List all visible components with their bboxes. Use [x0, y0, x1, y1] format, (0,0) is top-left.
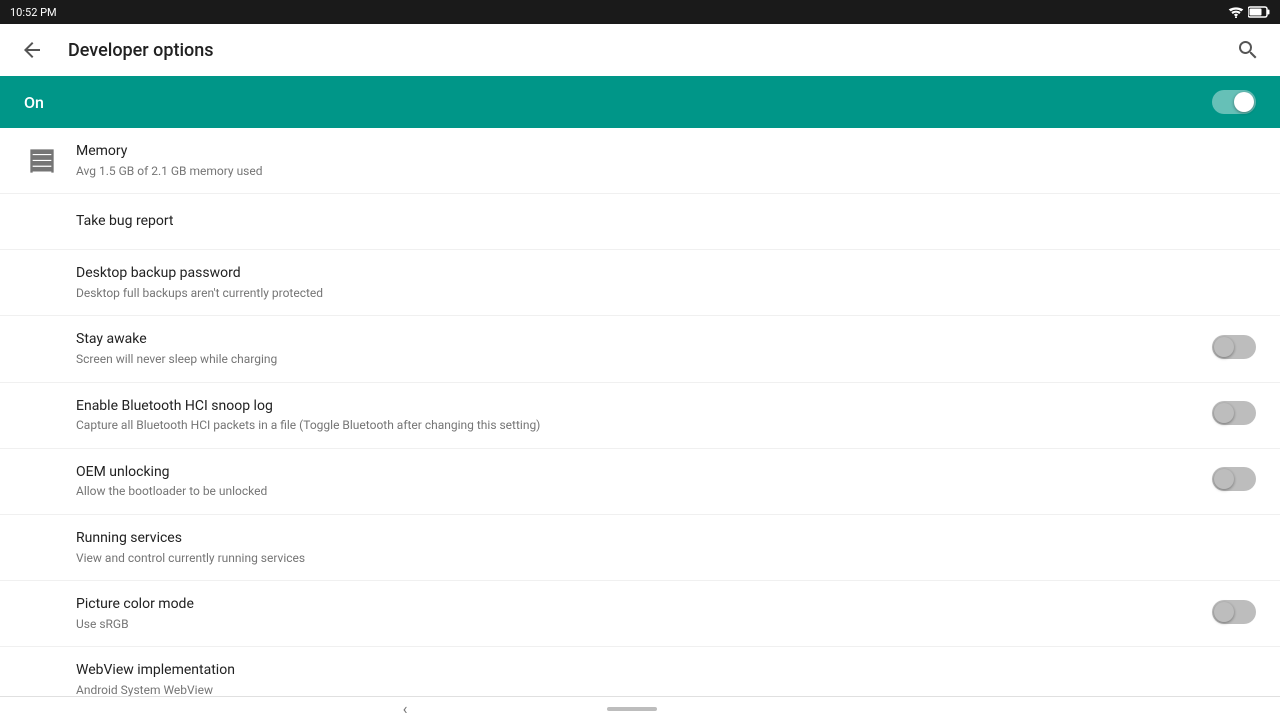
back-nav-button[interactable]: ‹ — [403, 699, 408, 718]
toggle-thumb — [1234, 92, 1254, 112]
list-item-subtitle-picture-color-mode: Use sRGB — [76, 617, 1196, 633]
list-item-title-running-services: Running services — [76, 529, 1256, 549]
list-item-text-oem-unlocking: OEM unlocking Allow the bootloader to be… — [76, 463, 1196, 500]
toggle-switch-oem-unlocking[interactable] — [1212, 467, 1256, 491]
bottom-nav-bar: ‹ — [0, 696, 1280, 720]
list-item-text-webview: WebView implementation Android System We… — [76, 661, 1256, 696]
main-toggle[interactable] — [1212, 90, 1256, 114]
list-item-text-bluetooth-hci: Enable Bluetooth HCI snoop log Capture a… — [76, 397, 1196, 434]
memory-icon — [24, 143, 60, 179]
developer-options-toggle-bar: On — [0, 76, 1280, 128]
list-item-title-bluetooth-hci: Enable Bluetooth HCI snoop log — [76, 397, 1196, 417]
status-bar: 10:52 PM — [0, 0, 1280, 24]
search-button[interactable] — [1232, 34, 1264, 66]
list-item-title-webview: WebView implementation — [76, 661, 1256, 681]
list-item-text-running-services: Running services View and control curren… — [76, 529, 1256, 566]
list-item-picture-color-mode[interactable]: Picture color mode Use sRGB — [0, 581, 1280, 647]
list-item-text-bug-report: Take bug report — [76, 212, 1256, 232]
list-item-text-desktop-backup: Desktop backup password Desktop full bac… — [76, 264, 1256, 301]
toggle-thumb-bluetooth-hci — [1214, 403, 1234, 423]
list-item-running-services[interactable]: Running services View and control curren… — [0, 515, 1280, 581]
list-item-bug-report[interactable]: Take bug report — [0, 194, 1280, 250]
page-title: Developer options — [68, 40, 1212, 61]
on-off-label: On — [24, 93, 44, 112]
list-item-title-picture-color-mode: Picture color mode — [76, 595, 1196, 615]
back-button[interactable] — [16, 34, 48, 66]
list-item-title-memory: Memory — [76, 142, 1256, 162]
list-item-title-oem-unlocking: OEM unlocking — [76, 463, 1196, 483]
list-item-memory[interactable]: Memory Avg 1.5 GB of 2.1 GB memory used — [0, 128, 1280, 194]
toggle-switch-stay-awake[interactable] — [1212, 335, 1256, 359]
bottom-handle — [607, 707, 657, 711]
toggle-thumb-picture-color-mode — [1214, 602, 1234, 622]
toggle-oem-unlocking[interactable] — [1212, 467, 1256, 495]
list-item-subtitle-bluetooth-hci: Capture all Bluetooth HCI packets in a f… — [76, 418, 1196, 434]
toggle-stay-awake[interactable] — [1212, 335, 1256, 363]
toggle-switch-picture-color-mode[interactable] — [1212, 600, 1256, 624]
list-item-subtitle-oem-unlocking: Allow the bootloader to be unlocked — [76, 484, 1196, 500]
app-bar: Developer options — [0, 24, 1280, 76]
toggle-bluetooth-hci[interactable] — [1212, 401, 1256, 429]
list-item-title-stay-awake: Stay awake — [76, 330, 1196, 350]
toggle-thumb-oem-unlocking — [1214, 469, 1234, 489]
list-item-text-picture-color-mode: Picture color mode Use sRGB — [76, 595, 1196, 632]
list-item-stay-awake[interactable]: Stay awake Screen will never sleep while… — [0, 316, 1280, 382]
status-right — [1228, 6, 1270, 18]
settings-list: Memory Avg 1.5 GB of 2.1 GB memory used … — [0, 128, 1280, 696]
list-item-title-bug-report: Take bug report — [76, 212, 1256, 232]
toggle-picture-color-mode[interactable] — [1212, 600, 1256, 628]
toggle-thumb-stay-awake — [1214, 337, 1234, 357]
list-item-oem-unlocking[interactable]: OEM unlocking Allow the bootloader to be… — [0, 449, 1280, 515]
list-item-bluetooth-hci[interactable]: Enable Bluetooth HCI snoop log Capture a… — [0, 383, 1280, 449]
list-item-text-memory: Memory Avg 1.5 GB of 2.1 GB memory used — [76, 142, 1256, 179]
list-item-subtitle-webview: Android System WebView — [76, 683, 1256, 696]
toggle-switch-bluetooth-hci[interactable] — [1212, 401, 1256, 425]
list-item-webview[interactable]: WebView implementation Android System We… — [0, 647, 1280, 696]
status-left: 10:52 PM — [10, 6, 57, 19]
list-item-text-stay-awake: Stay awake Screen will never sleep while… — [76, 330, 1196, 367]
list-item-subtitle-desktop-backup: Desktop full backups aren't currently pr… — [76, 286, 1256, 302]
list-item-subtitle-memory: Avg 1.5 GB of 2.1 GB memory used — [76, 164, 1256, 180]
list-item-title-desktop-backup: Desktop backup password — [76, 264, 1256, 284]
battery-icon — [1248, 6, 1270, 18]
status-time: 10:52 PM — [10, 6, 57, 19]
list-item-subtitle-running-services: View and control currently running servi… — [76, 551, 1256, 567]
list-item-desktop-backup[interactable]: Desktop backup password Desktop full bac… — [0, 250, 1280, 316]
wifi-icon — [1228, 6, 1244, 18]
list-item-subtitle-stay-awake: Screen will never sleep while charging — [76, 352, 1196, 368]
